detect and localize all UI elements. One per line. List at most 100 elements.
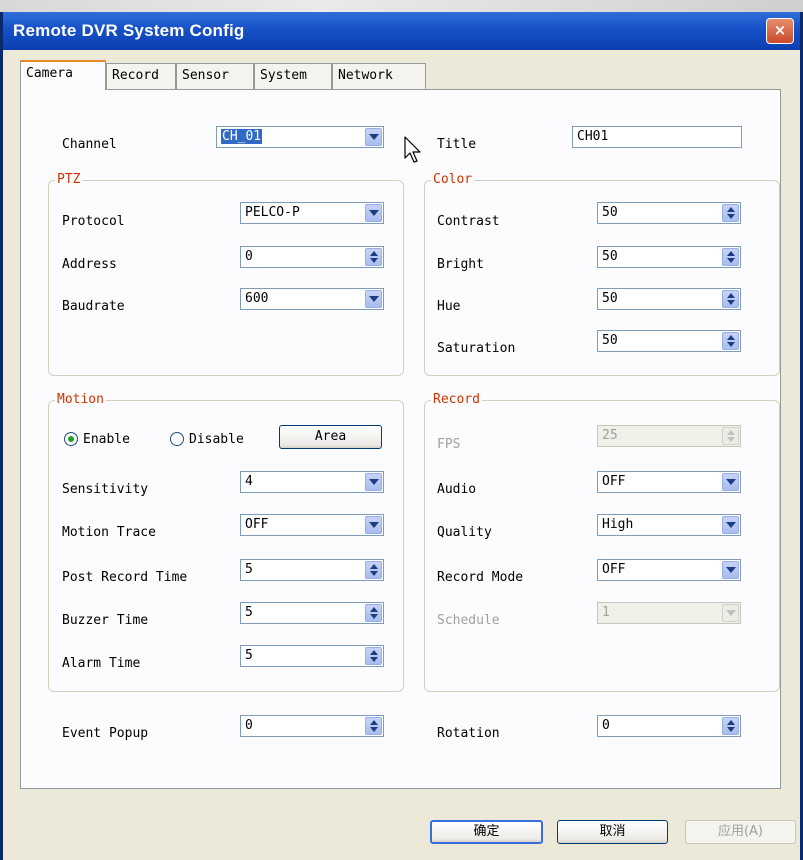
rotation-label: Rotation xyxy=(437,726,500,741)
hue-spinner[interactable]: 50 xyxy=(597,288,741,310)
contrast-value: 50 xyxy=(602,205,618,220)
title-bar[interactable]: Remote DVR System Config × xyxy=(3,12,800,50)
hue-label: Hue xyxy=(437,299,461,314)
chevron-down-icon[interactable] xyxy=(722,473,739,491)
channel-value: CH_01 xyxy=(221,129,263,144)
fps-value: 25 xyxy=(602,428,618,443)
saturation-value: 50 xyxy=(602,333,618,348)
record-mode-select[interactable]: OFF xyxy=(597,559,741,581)
buzzer-time-value: 5 xyxy=(245,605,253,620)
quality-select[interactable]: High xyxy=(597,514,741,536)
spin-arrows-icon xyxy=(722,427,739,445)
saturation-spinner[interactable]: 50 xyxy=(597,330,741,352)
spin-arrows-icon[interactable] xyxy=(722,290,739,308)
chevron-down-icon[interactable] xyxy=(722,561,739,579)
title-input[interactable]: CH01 xyxy=(572,126,742,148)
close-button[interactable]: × xyxy=(766,18,794,44)
disable-label[interactable]: Disable xyxy=(189,432,244,447)
motion-trace-label: Motion Trace xyxy=(62,525,156,540)
spin-arrows-icon[interactable] xyxy=(722,204,739,222)
event-popup-value: 0 xyxy=(245,718,253,733)
cancel-button[interactable]: 取消 xyxy=(557,820,668,844)
fps-spinner: 25 xyxy=(597,425,741,447)
fps-label: FPS xyxy=(437,437,461,452)
motion-legend: Motion xyxy=(55,392,106,408)
chevron-down-icon[interactable] xyxy=(722,516,739,534)
baudrate-select[interactable]: 600 xyxy=(240,288,384,310)
alarm-time-spinner[interactable]: 5 xyxy=(240,645,384,667)
event-popup-spinner[interactable]: 0 xyxy=(240,715,384,737)
tab-label: Camera xyxy=(26,66,73,81)
tab-system[interactable]: System xyxy=(254,63,332,89)
post-record-spinner[interactable]: 5 xyxy=(240,559,384,581)
chevron-down-icon[interactable] xyxy=(365,290,382,308)
contrast-spinner[interactable]: 50 xyxy=(597,202,741,224)
quality-value: High xyxy=(602,517,634,532)
audio-select[interactable]: OFF xyxy=(597,471,741,493)
spin-arrows-icon[interactable] xyxy=(722,332,739,350)
protocol-select[interactable]: PELCO-P xyxy=(240,202,384,224)
buzzer-time-spinner[interactable]: 5 xyxy=(240,602,384,624)
quality-label: Quality xyxy=(437,525,492,540)
event-popup-label: Event Popup xyxy=(62,726,149,741)
spin-arrows-icon[interactable] xyxy=(365,647,382,665)
spin-arrows-icon[interactable] xyxy=(365,717,382,735)
schedule-value: 1 xyxy=(602,605,610,620)
area-button[interactable]: Area xyxy=(279,425,382,449)
rotation-spinner[interactable]: 0 xyxy=(597,715,741,737)
spin-arrows-icon[interactable] xyxy=(365,248,382,266)
bright-value: 50 xyxy=(602,249,618,264)
baudrate-value: 600 xyxy=(245,291,269,306)
schedule-label: Schedule xyxy=(437,613,500,628)
record-legend: Record xyxy=(431,392,482,408)
contrast-label: Contrast xyxy=(437,214,500,229)
background-strip xyxy=(0,0,803,12)
record-mode-value: OFF xyxy=(602,562,626,577)
audio-value: OFF xyxy=(602,474,626,489)
chevron-down-icon[interactable] xyxy=(365,473,382,491)
spin-arrows-icon[interactable] xyxy=(365,561,382,579)
sensitivity-value: 4 xyxy=(245,474,253,489)
tab-record[interactable]: Record xyxy=(106,63,176,89)
bright-spinner[interactable]: 50 xyxy=(597,246,741,268)
tab-camera[interactable]: Camera xyxy=(20,60,106,90)
spin-arrows-icon[interactable] xyxy=(722,248,739,266)
ptz-legend: PTZ xyxy=(55,172,83,188)
address-spinner[interactable]: 0 xyxy=(240,246,384,268)
record-mode-label: Record Mode xyxy=(437,570,524,585)
tab-label: Network xyxy=(338,68,393,83)
protocol-label: Protocol xyxy=(62,214,125,229)
close-icon: × xyxy=(773,21,787,39)
chevron-down-icon[interactable] xyxy=(365,204,382,222)
schedule-select: 1 xyxy=(597,602,741,624)
chevron-down-icon[interactable] xyxy=(365,128,382,146)
address-value: 0 xyxy=(245,249,253,264)
tab-sensor[interactable]: Sensor xyxy=(176,63,254,89)
channel-select[interactable]: CH_01 xyxy=(216,126,384,148)
tab-network[interactable]: Network xyxy=(332,63,426,89)
disable-radio[interactable] xyxy=(170,432,184,446)
audio-label: Audio xyxy=(437,482,477,497)
motion-trace-select[interactable]: OFF xyxy=(240,514,384,536)
post-record-label: Post Record Time xyxy=(62,570,188,585)
ok-button[interactable]: 确定 xyxy=(430,820,543,844)
sensitivity-label: Sensitivity xyxy=(62,482,149,497)
title-label: Title xyxy=(437,137,477,152)
tab-label: System xyxy=(260,68,307,83)
hue-value: 50 xyxy=(602,291,618,306)
channel-label: Channel xyxy=(62,137,117,152)
alarm-time-label: Alarm Time xyxy=(62,656,141,671)
post-record-value: 5 xyxy=(245,562,253,577)
spin-arrows-icon[interactable] xyxy=(365,604,382,622)
protocol-value: PELCO-P xyxy=(245,205,300,220)
chevron-down-icon xyxy=(722,604,739,622)
chevron-down-icon[interactable] xyxy=(365,516,382,534)
enable-label[interactable]: Enable xyxy=(83,432,130,447)
mouse-cursor-icon xyxy=(404,136,421,163)
enable-radio[interactable] xyxy=(64,432,78,446)
address-label: Address xyxy=(62,257,117,272)
apply-button: 应用(A) xyxy=(685,820,796,844)
window-title: Remote DVR System Config xyxy=(13,21,245,40)
sensitivity-select[interactable]: 4 xyxy=(240,471,384,493)
spin-arrows-icon[interactable] xyxy=(722,717,739,735)
